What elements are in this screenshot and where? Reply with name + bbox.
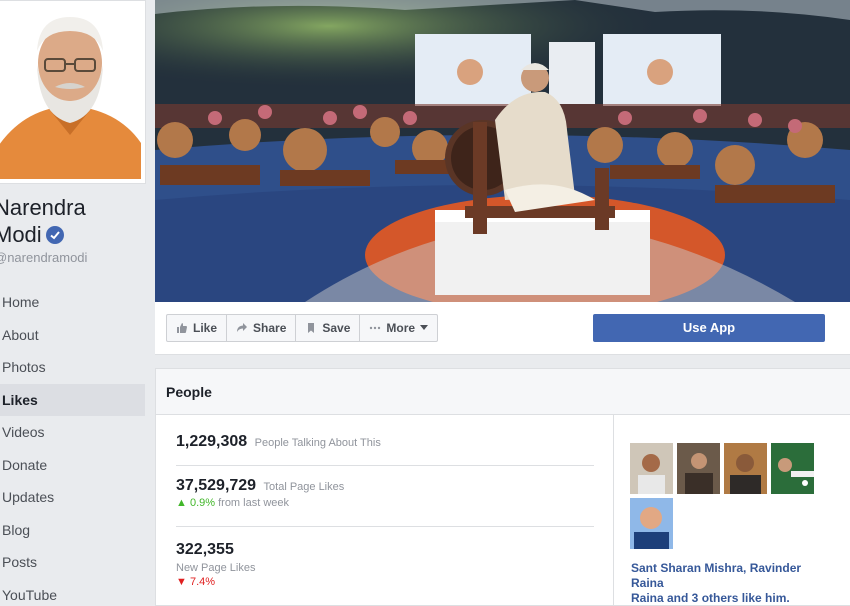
page-handle[interactable]: @narendramodi — [0, 250, 87, 265]
total-likes-count: 37,529,729 — [176, 477, 257, 494]
triangle-down-icon: ▼ — [176, 576, 187, 588]
nav-item-likes[interactable]: Likes — [0, 383, 145, 416]
left-column: Narendra Modi @narendramodi Home About P… — [0, 0, 150, 606]
friend-avatar[interactable] — [724, 443, 767, 494]
page-action-bar: Like Share Save More Use App — [155, 302, 850, 355]
friends-who-like: Sant Sharan Mishra, Ravinder Raina Raina… — [626, 415, 850, 606]
talking-count: 1,229,308 — [176, 433, 248, 450]
nav-item-videos[interactable]: Videos — [0, 416, 145, 449]
profile-picture-image — [0, 5, 141, 179]
new-likes-label: New Page Likes — [176, 562, 256, 574]
bookmark-icon — [308, 323, 315, 333]
nav-item-home[interactable]: Home — [0, 286, 145, 319]
nav-item-donate[interactable]: Donate — [0, 449, 145, 482]
caret-down-icon — [420, 325, 429, 330]
save-label: Save — [322, 321, 351, 335]
total-likes-label: Total Page Likes — [263, 481, 345, 493]
stat-new-likes: 322,355 New Page Likes ▼ 7.4% — [176, 541, 594, 588]
share-label: Share — [253, 321, 287, 335]
people-card: People 1,229,308 People Talking About Th… — [155, 368, 850, 606]
total-likes-change: ▲ 0.9% from last week — [176, 497, 594, 509]
page-name-last: Modi — [0, 222, 42, 247]
cover-photo-image — [155, 0, 850, 302]
triangle-up-icon: ▲ — [176, 497, 187, 509]
stat-talking-about: 1,229,308 People Talking About This — [176, 433, 594, 466]
nav-item-blog[interactable]: Blog — [0, 514, 145, 547]
people-stats: 1,229,308 People Talking About This 37,5… — [156, 415, 614, 606]
new-likes-change: ▼ 7.4% — [176, 576, 594, 588]
save-button[interactable]: Save — [296, 315, 361, 341]
new-likes-change-value: 7.4% — [189, 576, 216, 588]
more-button[interactable]: More — [360, 315, 437, 341]
friends-like-rest[interactable]: Raina and 3 others like him. — [631, 591, 790, 605]
nav-item-about[interactable]: About — [0, 319, 145, 352]
ellipsis-icon — [370, 326, 381, 330]
use-app-button[interactable]: Use App — [593, 314, 825, 342]
friend-avatar[interactable] — [630, 443, 673, 494]
cover-photo[interactable] — [155, 0, 850, 302]
friend-avatar[interactable] — [630, 498, 673, 549]
profile-picture-frame[interactable] — [0, 0, 146, 184]
page-nav: Home About Photos Likes Videos Donate Up… — [0, 286, 145, 606]
profile-picture[interactable] — [0, 5, 141, 179]
friend-names-link[interactable]: Sant Sharan Mishra, Ravinder Raina — [631, 561, 801, 590]
nav-item-photos[interactable]: Photos — [0, 351, 145, 384]
page-actions-group: Like Share Save More — [166, 314, 439, 342]
nav-item-posts[interactable]: Posts — [0, 546, 145, 579]
like-button[interactable]: Like — [167, 315, 228, 341]
like-label: Like — [193, 321, 218, 335]
nav-item-youtube[interactable]: YouTube — [0, 579, 145, 606]
talking-label: People Talking About This — [254, 437, 381, 449]
nav-item-updates[interactable]: Updates — [0, 481, 145, 514]
page-title: Narendra Modi — [0, 194, 144, 248]
page-name-first: Narendra — [0, 195, 86, 220]
new-likes-count: 322,355 — [176, 541, 234, 558]
verified-badge-icon — [45, 226, 64, 244]
more-label: More — [386, 321, 416, 335]
total-likes-change-label: from last week — [218, 497, 290, 509]
stat-total-likes: 37,529,729 Total Page Likes ▲ 0.9% from … — [176, 477, 594, 527]
share-arrow-icon — [237, 323, 248, 332]
friends-like-text: Sant Sharan Mishra, Ravinder Raina Raina… — [631, 561, 831, 606]
thumbs-up-icon — [177, 323, 187, 333]
total-likes-change-value: 0.9% — [189, 497, 216, 509]
friend-avatar[interactable] — [677, 443, 720, 494]
friend-avatar[interactable] — [771, 443, 814, 494]
share-button[interactable]: Share — [227, 315, 297, 341]
people-heading: People — [156, 369, 850, 415]
